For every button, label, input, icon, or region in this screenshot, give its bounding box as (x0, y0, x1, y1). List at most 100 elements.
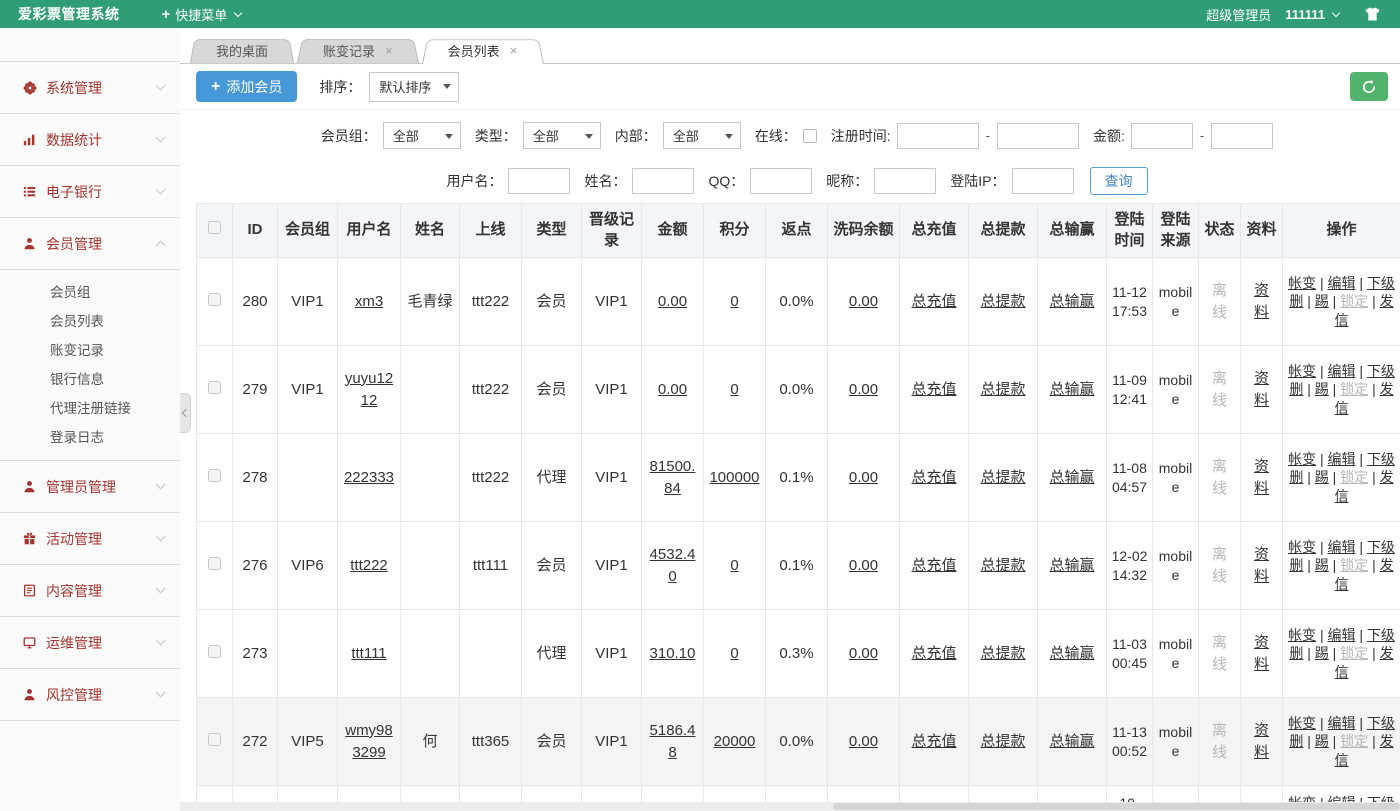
wash-balance-link[interactable]: 0.00 (849, 557, 878, 574)
op-edit-link[interactable]: 编辑 (1328, 539, 1356, 555)
op-delete-link[interactable]: 删 (1289, 293, 1303, 309)
sidebar-subitem[interactable]: 会员列表 (0, 307, 180, 336)
amount-link[interactable]: 5186.48 (650, 722, 696, 761)
op-delete-link[interactable]: 删 (1289, 733, 1303, 749)
total-withdraw-link[interactable]: 总提款 (980, 469, 1025, 486)
sidebar-subitem[interactable]: 会员组 (0, 278, 180, 307)
op-delete-link[interactable]: 删 (1289, 645, 1303, 661)
theme-skin-icon[interactable] (1365, 7, 1380, 21)
op-lock-link[interactable]: 锁定 (1340, 381, 1368, 397)
row-checkbox[interactable] (208, 469, 221, 482)
points-link[interactable]: 100000 (709, 469, 759, 486)
op-lock-link[interactable]: 锁定 (1340, 645, 1368, 661)
op-delete-link[interactable]: 删 (1289, 557, 1303, 573)
tab[interactable]: 账变记录× (297, 37, 419, 63)
name-input[interactable] (632, 168, 694, 194)
op-lock-link[interactable]: 锁定 (1340, 293, 1368, 309)
username-link[interactable]: 222333 (344, 469, 394, 486)
sidebar-item[interactable]: 电子银行 (0, 165, 180, 217)
username-link[interactable]: yuyu1212 (345, 370, 393, 409)
op-subordinate-link[interactable]: 下级 (1367, 363, 1395, 379)
tab-close-icon[interactable]: × (510, 44, 518, 57)
points-link[interactable]: 0 (730, 557, 738, 574)
op-kick-link[interactable]: 踢 (1315, 469, 1329, 485)
amount-link[interactable]: 4532.40 (650, 546, 696, 585)
total-deposit-link[interactable]: 总充值 (911, 469, 956, 486)
member-group-select[interactable]: 全部 (383, 122, 461, 149)
username-link[interactable]: ttt222 (350, 557, 388, 574)
profile-link[interactable]: 资料 (1254, 546, 1269, 585)
op-edit-link[interactable]: 编辑 (1328, 715, 1356, 731)
sidebar-item[interactable]: 数据统计 (0, 113, 180, 165)
internal-select[interactable]: 全部 (663, 122, 741, 149)
amount-to-input[interactable] (1211, 123, 1273, 149)
sidebar-item[interactable]: 内容管理 (0, 564, 180, 616)
scrollbar-thumb[interactable] (833, 803, 1400, 810)
total-winloss-link[interactable]: 总输赢 (1049, 557, 1094, 574)
op-subordinate-link[interactable]: 下级 (1367, 539, 1395, 555)
sidebar-item[interactable]: 系统管理 (0, 61, 180, 113)
wash-balance-link[interactable]: 0.00 (849, 381, 878, 398)
tab[interactable]: 我的桌面 (190, 37, 294, 63)
login-ip-input[interactable] (1012, 168, 1074, 194)
amount-link[interactable]: 81500.84 (650, 458, 696, 497)
username-link[interactable]: ttt111 (351, 645, 386, 662)
qq-input[interactable] (750, 168, 812, 194)
profile-link[interactable]: 资料 (1254, 370, 1269, 409)
sidebar-collapse-handle[interactable] (180, 393, 191, 433)
op-edit-link[interactable]: 编辑 (1328, 451, 1356, 467)
total-withdraw-link[interactable]: 总提款 (980, 381, 1025, 398)
row-checkbox[interactable] (208, 733, 221, 746)
online-checkbox[interactable] (803, 129, 817, 143)
wash-balance-link[interactable]: 0.00 (849, 469, 878, 486)
total-winloss-link[interactable]: 总输赢 (1049, 645, 1094, 662)
tab[interactable]: 会员列表× (422, 37, 544, 63)
reg-time-from-input[interactable] (897, 123, 979, 149)
total-deposit-link[interactable]: 总充值 (911, 557, 956, 574)
row-checkbox[interactable] (208, 645, 221, 658)
wash-balance-link[interactable]: 0.00 (849, 293, 878, 310)
wash-balance-link[interactable]: 0.00 (849, 645, 878, 662)
total-winloss-link[interactable]: 总输赢 (1049, 293, 1094, 310)
points-link[interactable]: 0 (730, 293, 738, 310)
amount-link[interactable]: 310.10 (650, 645, 696, 662)
op-kick-link[interactable]: 踢 (1315, 381, 1329, 397)
total-withdraw-link[interactable]: 总提款 (980, 733, 1025, 750)
nickname-input[interactable] (874, 168, 936, 194)
sidebar-subitem[interactable]: 登录日志 (0, 423, 180, 452)
op-subordinate-link[interactable]: 下级 (1367, 627, 1395, 643)
profile-link[interactable]: 资料 (1254, 722, 1269, 761)
row-checkbox[interactable] (208, 557, 221, 570)
reg-time-to-input[interactable] (997, 123, 1079, 149)
type-select[interactable]: 全部 (523, 122, 601, 149)
op-kick-link[interactable]: 踢 (1315, 733, 1329, 749)
op-kick-link[interactable]: 踢 (1315, 645, 1329, 661)
op-account-change-link[interactable]: 帐变 (1288, 363, 1316, 379)
refresh-button[interactable] (1350, 72, 1388, 101)
sidebar-item[interactable]: 运维管理 (0, 616, 180, 668)
username-link[interactable]: wmy983299 (345, 722, 393, 761)
total-deposit-link[interactable]: 总充值 (911, 381, 956, 398)
total-deposit-link[interactable]: 总充值 (911, 645, 956, 662)
op-lock-link[interactable]: 锁定 (1340, 733, 1368, 749)
total-winloss-link[interactable]: 总输赢 (1049, 381, 1094, 398)
op-lock-link[interactable]: 锁定 (1340, 469, 1368, 485)
total-winloss-link[interactable]: 总输赢 (1049, 733, 1094, 750)
select-all-checkbox[interactable] (208, 221, 221, 234)
row-checkbox[interactable] (208, 293, 221, 306)
op-subordinate-link[interactable]: 下级 (1367, 715, 1395, 731)
op-edit-link[interactable]: 编辑 (1328, 275, 1356, 291)
sidebar-subitem[interactable]: 银行信息 (0, 365, 180, 394)
op-kick-link[interactable]: 踢 (1315, 557, 1329, 573)
add-member-button[interactable]: + 添加会员 (196, 71, 297, 102)
user-menu[interactable]: 超级管理员 111111 (1206, 5, 1339, 24)
quick-menu-button[interactable]: + 快捷菜单 (162, 5, 242, 24)
sidebar-item[interactable]: 管理员管理 (0, 460, 180, 512)
op-account-change-link[interactable]: 帐变 (1288, 539, 1316, 555)
op-subordinate-link[interactable]: 下级 (1367, 275, 1395, 291)
wash-balance-link[interactable]: 0.00 (849, 733, 878, 750)
op-lock-link[interactable]: 锁定 (1340, 557, 1368, 573)
total-deposit-link[interactable]: 总充值 (911, 733, 956, 750)
row-checkbox[interactable] (208, 381, 221, 394)
op-account-change-link[interactable]: 帐变 (1288, 275, 1316, 291)
